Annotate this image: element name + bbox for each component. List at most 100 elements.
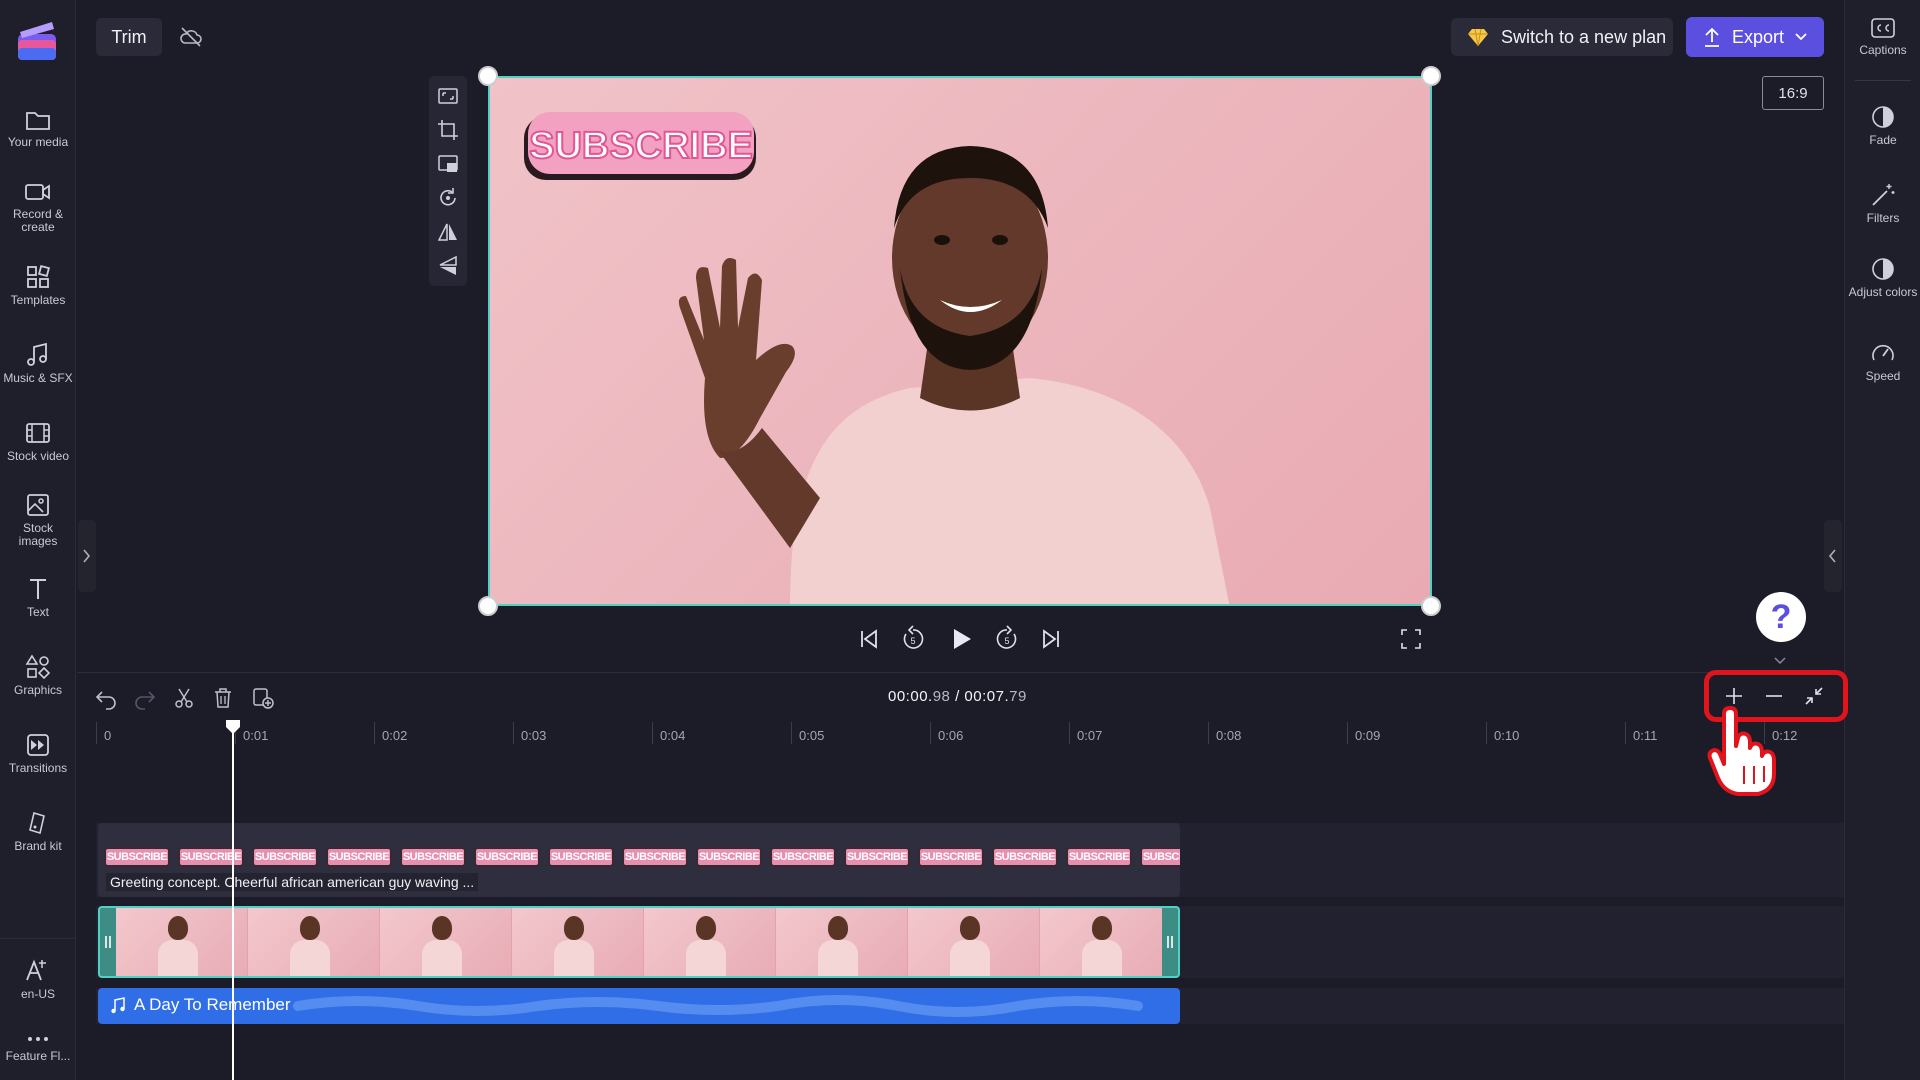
sticker-clip-name: Greeting concept. Cheerful african ameri…	[106, 873, 479, 891]
tick-label: 0:10	[1494, 728, 1520, 743]
resize-handle-bottom-left[interactable]	[478, 596, 498, 616]
switch-plan-button[interactable]: Switch to a new plan	[1451, 18, 1673, 56]
tick-mark	[1208, 722, 1209, 744]
fade-icon	[1872, 106, 1894, 128]
tick-mark	[513, 722, 514, 744]
sticker-thumbnail: SUBSCRIBE	[696, 847, 762, 867]
tick-mark	[374, 722, 375, 744]
skip-to-start-icon[interactable]	[854, 624, 884, 654]
video-thumbnail	[380, 908, 512, 976]
duplicate-icon[interactable]	[251, 686, 275, 710]
fullscreen-icon[interactable]	[1396, 624, 1426, 654]
video-thumbnail	[1040, 908, 1166, 976]
sidebar-item-label: Text	[26, 605, 49, 619]
time-separator: /	[950, 688, 965, 705]
brand-kit-icon	[29, 811, 45, 835]
feature-flags-label: Feature Fl...	[5, 1049, 71, 1063]
resize-handle-bottom-right[interactable]	[1421, 596, 1441, 616]
sidebar-item-transitions[interactable]: Transitions	[0, 732, 76, 775]
sidebar-item-label: Brand kit	[14, 839, 62, 853]
video-thumbnail	[908, 908, 1040, 976]
sidebar-item-your-media[interactable]: Your media	[0, 108, 76, 149]
tick-label: 0:01	[243, 728, 269, 743]
rewind-5-icon[interactable]: 5	[898, 624, 928, 654]
subscribe-sticker-graphic: SUBSCRIBE	[524, 112, 756, 180]
sticker-thumbnail: SUBSCRIBE	[474, 847, 540, 867]
language-selector[interactable]: en-US	[0, 956, 76, 1001]
resize-handle-top-left[interactable]	[478, 66, 498, 86]
sticker-thumbnail: SUBSCRIBE	[1140, 847, 1180, 867]
chevron-down-icon	[1795, 33, 1807, 41]
right-item-label: Captions	[1859, 43, 1907, 57]
sticker-thumbnail: SUBSCRIBE	[992, 847, 1058, 867]
undo-icon[interactable]	[94, 686, 118, 710]
clipchamp-logo-icon[interactable]	[16, 20, 58, 62]
forward-5-icon[interactable]: 5	[992, 624, 1022, 654]
transitions-icon	[27, 734, 49, 756]
export-button[interactable]: Export	[1686, 17, 1824, 57]
flip-vertical-icon[interactable]	[436, 254, 460, 278]
delete-icon[interactable]	[211, 686, 235, 710]
redo-icon[interactable]	[133, 686, 157, 710]
sidebar-divider	[0, 938, 76, 939]
sidebar-item-record-create[interactable]: Record & create	[0, 180, 76, 234]
zoom-out-icon[interactable]	[1762, 684, 1786, 708]
cloud-off-icon[interactable]	[178, 24, 204, 50]
right-item-speed[interactable]: Speed	[1845, 340, 1920, 383]
expand-left-panel-icon[interactable]	[78, 520, 96, 592]
zoom-to-fit-icon[interactable]	[1802, 684, 1826, 708]
right-item-fade[interactable]: Fade	[1845, 104, 1920, 147]
magic-wand-icon	[1872, 184, 1895, 206]
right-item-label: Adjust colors	[1848, 285, 1918, 299]
sidebar-item-music-sfx[interactable]: Music & SFX	[0, 342, 76, 385]
music-note-icon	[27, 342, 47, 366]
zoom-in-icon[interactable]	[1722, 684, 1746, 708]
sidebar-item-text[interactable]: Text	[0, 576, 76, 619]
chevron-down-icon[interactable]	[1770, 654, 1790, 668]
tick-mark	[791, 722, 792, 744]
picture-in-picture-icon[interactable]	[436, 152, 460, 176]
video-thumbnail	[644, 908, 776, 976]
sidebar-item-label: Music & SFX	[3, 371, 73, 385]
tick-label: 0:03	[521, 728, 547, 743]
right-item-adjust-colors[interactable]: Adjust colors	[1845, 256, 1920, 299]
folder-icon	[26, 112, 50, 130]
collapse-right-panel-icon[interactable]	[1824, 520, 1842, 592]
resize-handle-top-right[interactable]	[1421, 66, 1441, 86]
time-ruler: 0 0:01 0:02 0:03 0:04 0:05 0:06 0:07 0:0…	[96, 722, 1844, 752]
flip-horizontal-icon[interactable]	[436, 220, 460, 244]
right-item-filters[interactable]: Filters	[1845, 182, 1920, 225]
right-sidebar: Captions Fade Filters Adjust colors Spee…	[1844, 0, 1920, 1080]
trim-button[interactable]: Trim	[96, 18, 162, 56]
audio-clip[interactable]: A Day To Remember	[98, 988, 1180, 1024]
sidebar-item-stock-images[interactable]: Stock images	[0, 492, 76, 548]
playhead[interactable]	[232, 722, 234, 1080]
sidebar-item-graphics[interactable]: Graphics	[0, 654, 76, 697]
sticker-thumbnail: SUBSCRIBE	[104, 847, 170, 867]
crop-icon[interactable]	[436, 118, 460, 142]
language-label: en-US	[20, 987, 55, 1001]
help-button[interactable]: ?	[1756, 592, 1806, 642]
subscribe-sticker[interactable]: SUBSCRIBE	[520, 108, 760, 188]
sticker-clip[interactable]: SUBSCRIBE SUBSCRIBE SUBSCRIBE SUBSCRIBE …	[98, 823, 1180, 897]
trim-handle-right[interactable]	[1162, 908, 1178, 976]
sticker-thumbnail: SUBSCRIBE	[178, 847, 244, 867]
tick-mark	[930, 722, 931, 744]
camera-icon	[25, 184, 50, 200]
feature-flags-button[interactable]: Feature Fl...	[0, 1032, 76, 1063]
fit-icon[interactable]	[436, 84, 460, 108]
aspect-ratio-button[interactable]: 16:9	[1762, 76, 1824, 110]
video-clip[interactable]	[98, 906, 1180, 978]
rotate-icon[interactable]	[436, 186, 460, 210]
sidebar-item-stock-video[interactable]: Stock video	[0, 420, 76, 463]
tick-mark	[652, 722, 653, 744]
skip-to-end-icon[interactable]	[1036, 624, 1066, 654]
video-preview[interactable]: SUBSCRIBE	[488, 76, 1432, 606]
right-item-captions[interactable]: Captions	[1845, 16, 1920, 57]
split-scissors-icon[interactable]	[172, 686, 196, 710]
sidebar-item-brand-kit[interactable]: Brand kit	[0, 810, 76, 853]
trim-handle-left[interactable]	[100, 908, 116, 976]
sidebar-item-templates[interactable]: Templates	[0, 264, 76, 307]
playhead-handle-icon[interactable]	[225, 720, 241, 734]
play-icon[interactable]	[946, 624, 976, 654]
